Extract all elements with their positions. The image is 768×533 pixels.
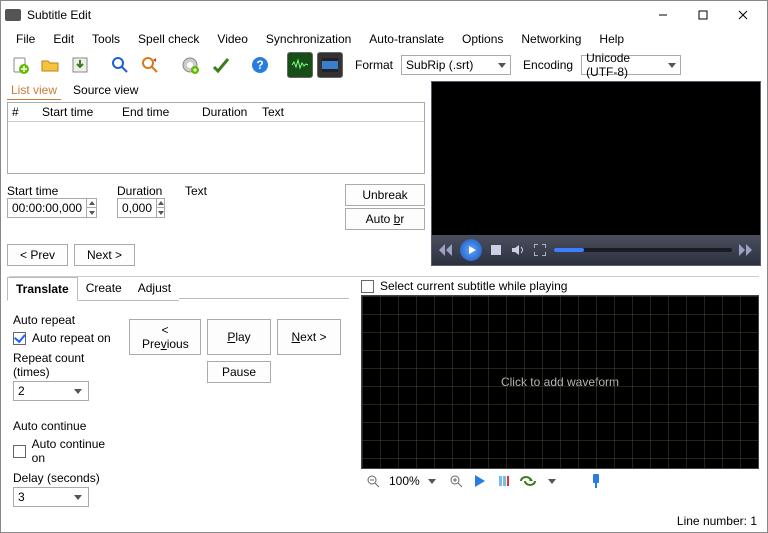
translate-pause-button[interactable]: Pause [207, 361, 271, 383]
subtitle-grid[interactable]: # Start time End time Duration Text [7, 102, 425, 174]
settings-button[interactable] [177, 52, 203, 78]
chevron-down-icon [74, 389, 82, 394]
play-button[interactable] [460, 239, 482, 261]
select-current-checkbox[interactable]: Select current subtitle while playing [361, 279, 759, 293]
wf-marker-button[interactable] [588, 473, 604, 489]
video-controls [432, 235, 760, 265]
auto-continue-heading: Auto continue [13, 419, 119, 433]
translate-next-button[interactable]: Next > [277, 319, 341, 355]
auto-repeat-checkbox[interactable]: Auto repeat on [13, 331, 119, 345]
start-time-label: Start time [7, 184, 97, 198]
chevron-down-icon [668, 63, 676, 68]
fullscreen-button[interactable] [532, 242, 548, 258]
next-button[interactable]: Next > [74, 244, 135, 266]
menu-synchronization[interactable]: Synchronization [257, 30, 360, 48]
wf-position-button[interactable] [496, 473, 512, 489]
tab-source-view[interactable]: Source view [69, 81, 142, 100]
stop-button[interactable] [488, 242, 504, 258]
translate-play-button[interactable]: Play [207, 319, 271, 355]
spellcheck-button[interactable] [207, 52, 233, 78]
wf-loop-dropdown[interactable] [544, 473, 560, 489]
col-start[interactable]: Start time [42, 105, 122, 119]
video-button[interactable] [317, 52, 343, 78]
status-bar: Line number: 1 [677, 514, 757, 532]
new-button[interactable] [7, 52, 33, 78]
wf-loop-button[interactable] [520, 473, 536, 489]
svg-text:?: ? [256, 58, 263, 72]
col-duration[interactable]: Duration [202, 105, 262, 119]
menu-tools[interactable]: Tools [83, 30, 129, 48]
zoom-in-button[interactable] [424, 473, 440, 489]
menu-spellcheck[interactable]: Spell check [129, 30, 208, 48]
app-icon [5, 9, 21, 21]
format-combo[interactable]: SubRip (.srt) [401, 55, 511, 75]
rewind-button[interactable] [438, 242, 454, 258]
waveform-button[interactable] [287, 52, 313, 78]
encoding-combo[interactable]: Unicode (UTF-8) [581, 55, 681, 75]
menu-file[interactable]: File [7, 30, 44, 48]
start-time-input[interactable]: 00:00:00,000 [7, 198, 97, 218]
toolbar: ? Format SubRip (.srt) Encoding Unicode … [1, 49, 767, 81]
prev-button[interactable]: < Prev [7, 244, 68, 266]
find-button[interactable] [107, 52, 133, 78]
duration-input[interactable]: 0,000 [117, 198, 165, 218]
window-title: Subtitle Edit [27, 8, 643, 22]
repeat-count-label: Repeat count (times) [13, 351, 119, 379]
close-button[interactable] [723, 3, 763, 27]
video-progress[interactable] [554, 248, 732, 252]
menu-help[interactable]: Help [590, 30, 633, 48]
menu-options[interactable]: Options [453, 30, 512, 48]
tab-translate[interactable]: Translate [7, 277, 78, 301]
help-button[interactable]: ? [247, 52, 273, 78]
menu-autotranslate[interactable]: Auto-translate [360, 30, 453, 48]
col-end[interactable]: End time [122, 105, 202, 119]
format-label: Format [355, 58, 393, 72]
wf-play-button[interactable] [472, 473, 488, 489]
maximize-button[interactable] [683, 3, 723, 27]
unbreak-button[interactable]: Unbreak [345, 184, 425, 206]
encoding-label: Encoding [523, 58, 573, 72]
translate-prev-button[interactable]: < Previous [129, 319, 201, 355]
zoom-in-plus-button[interactable] [448, 473, 464, 489]
col-text[interactable]: Text [262, 105, 420, 119]
auto-repeat-heading: Auto repeat [13, 313, 119, 327]
zoom-level: 100% [389, 474, 420, 488]
delay-combo[interactable]: 3 [13, 487, 89, 507]
repeat-count-combo[interactable]: 2 [13, 381, 89, 401]
waveform-area[interactable]: Click to add waveform [361, 295, 759, 469]
minimize-button[interactable] [643, 3, 683, 27]
forward-button[interactable] [738, 242, 754, 258]
tab-adjust[interactable]: Adjust [130, 277, 179, 301]
menu-networking[interactable]: Networking [512, 30, 590, 48]
chevron-down-icon [498, 63, 506, 68]
video-player[interactable] [431, 81, 761, 266]
col-num[interactable]: # [12, 105, 42, 119]
volume-button[interactable] [510, 242, 526, 258]
text-label: Text [185, 184, 207, 198]
waveform-placeholder: Click to add waveform [501, 375, 619, 389]
delay-label: Delay (seconds) [13, 471, 119, 485]
replace-button[interactable] [137, 52, 163, 78]
open-button[interactable] [37, 52, 63, 78]
menu-edit[interactable]: Edit [44, 30, 83, 48]
duration-label: Duration [117, 184, 165, 198]
menu-video[interactable]: Video [208, 30, 256, 48]
tab-create[interactable]: Create [78, 277, 130, 301]
zoom-out-button[interactable] [365, 473, 381, 489]
menu-bar: File Edit Tools Spell check Video Synchr… [1, 29, 767, 49]
tab-list-view[interactable]: List view [7, 81, 61, 100]
save-button[interactable] [67, 52, 93, 78]
auto-continue-checkbox[interactable]: Auto continue on [13, 437, 119, 465]
chevron-down-icon [74, 495, 82, 500]
autobr-button[interactable]: Auto br [345, 208, 425, 230]
